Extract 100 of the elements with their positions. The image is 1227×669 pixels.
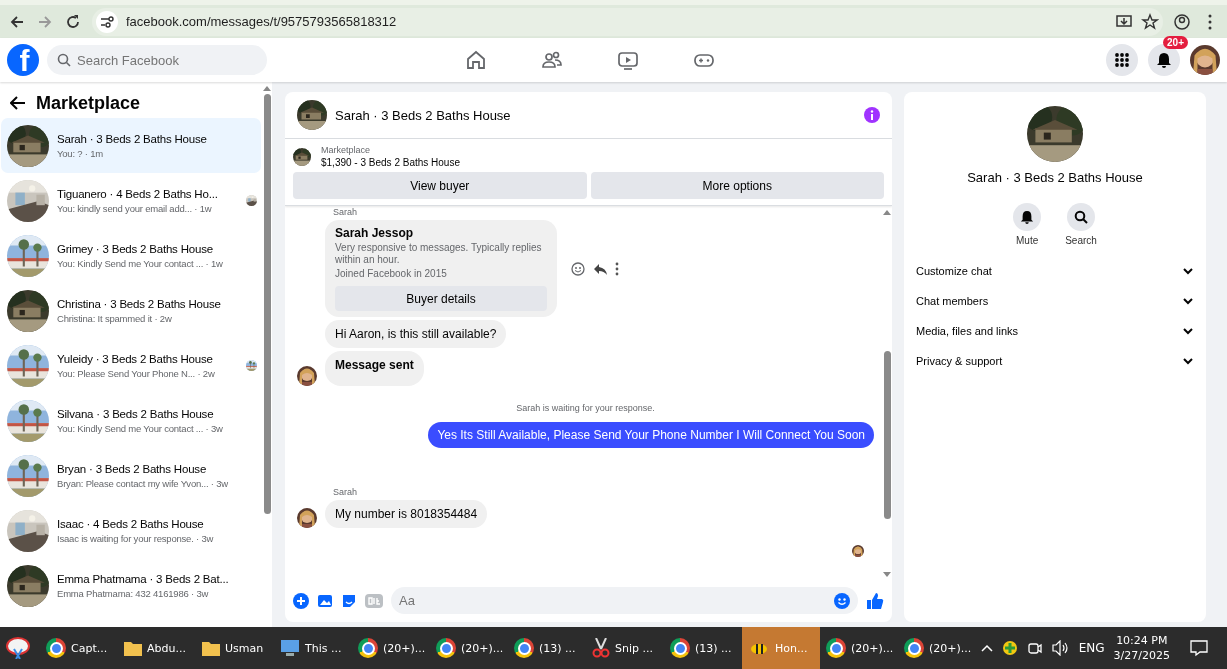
chevron-icon [1182,357,1194,365]
scroll-up-icon[interactable] [883,210,891,215]
message-bubble: Message sent [325,351,424,386]
star-icon[interactable] [1141,12,1159,31]
add-icon[interactable] [293,592,309,609]
conversation-preview: You: kindly send your email add... · 1w [57,202,212,214]
conversation-preview: Christina: It spammed it · 2w [57,312,172,324]
chrome-icon [904,638,924,658]
bee-icon [748,641,770,655]
conversation-item[interactable]: Bryan · 3 Beds 2 Baths House Bryan: Please contact my wife Yvon... · 3w [1,448,261,503]
conversation-preview: You: ? · 1m [57,147,104,159]
reload-icon[interactable] [64,12,82,31]
camera-icon[interactable] [1026,640,1043,656]
taskbar-item[interactable]: (13) ... [664,627,742,669]
chrome-icon [826,638,846,658]
conversation-item[interactable]: Yuleidy · 3 Beds 2 Baths House You: Please Send Your Phone N... · 2w [1,338,261,393]
scroll-down-icon[interactable] [883,572,891,577]
conversation-title: Tiguanero · 4 Beds 2 Baths Ho... [57,187,218,200]
people-icon[interactable] [541,49,563,71]
taskbar-item[interactable]: (20+)... [352,627,430,669]
action-button[interactable]: More options [590,172,884,199]
caret-icon[interactable] [980,644,993,652]
grid-icon [1114,52,1130,68]
message-bubble: Yes Its Still Available, Please Send Your Phone Number I Will Connect You Soon [428,422,874,448]
scissors-icon [592,638,610,658]
taskbar-item[interactable]: This ... [274,627,352,669]
search-field[interactable]: Search Facebook [47,45,267,75]
clock[interactable]: 10:24 PM 3/27/2025 [1113,633,1170,663]
conversation-item[interactable]: Isaac · 4 Beds 2 Baths House Isaac is waiting for your response. · 3w [1,503,261,558]
language-indicator[interactable]: ENG [1078,641,1105,655]
facebook-logo[interactable]: f [7,44,39,76]
taskbar-item[interactable]: (20+)... [820,627,898,669]
section-header[interactable]: Customize chat [904,256,1206,286]
taskbar-item[interactable]: Capt... [40,627,118,669]
conversation-item[interactable]: Christina · 3 Beds 2 Baths House Christina: It spammed it · 2w [1,283,261,338]
notifications-button[interactable] [1148,44,1180,76]
notification-badge: 20+ [1163,36,1188,49]
section-header[interactable]: Privacy & support [904,346,1206,376]
address-bar[interactable]: facebook.com/messages/t/9575793565818312 [126,14,397,29]
bell-icon [1020,210,1035,224]
conversation-title: Sarah · 3 Beds 2 Baths House [57,132,207,145]
conversation-title: Emma Phatmama · 3 Beds 2 Bat... [57,572,229,585]
folder-icon [124,640,142,656]
computer-icon [280,639,300,657]
action-button[interactable]: View buyer [293,172,587,199]
listing-title: $1,390 - 3 Beds 2 Baths House [321,157,460,168]
conversation-item[interactable]: Emma Phatmama · 3 Beds 2 Bat... Emma Phatmama: 432 4161986 · 3w [1,558,261,613]
taskbar-item[interactable]: Abdu... [118,627,196,669]
shield-icon[interactable] [1001,640,1018,656]
taskbar-item[interactable]: Usman [196,627,274,669]
sender-name: Sarah [333,207,359,217]
back-icon[interactable] [10,96,26,110]
account-icon[interactable] [1173,12,1191,31]
conversation-item[interactable]: Sarah · 3 Beds 2 Baths House You: ? · 1m [1,118,261,173]
snipping-icon [6,637,30,659]
conversation-title: Grimey · 3 Beds 2 Baths House [57,242,213,255]
emoji-icon[interactable] [834,592,850,609]
conversation-title: Christina · 3 Beds 2 Baths House [57,297,221,310]
conversation-preview: You: Kindly Send me Your contact ... · 1w [57,257,223,269]
menu-button[interactable] [1106,44,1138,76]
section-header[interactable]: Chat members [904,286,1206,316]
message-input[interactable]: Aa [391,587,858,614]
more-icon[interactable] [615,261,619,276]
status-notice: Sarah is waiting for your response. [515,403,656,413]
thumbs-up-icon[interactable] [866,591,884,610]
conversation-preview: You: Kindly Send me Your contact ... · 3w [57,422,223,434]
chrome-icon [670,638,690,658]
chevron-icon [1182,267,1194,275]
conversation-preview: Isaac is waiting for your response. · 3w [57,532,214,544]
conversation-item[interactable]: Grimey · 3 Beds 2 Baths House You: Kindly Send me Your contact ... · 1w [1,228,261,283]
conversation-preview: Bryan: Please contact my wife Yvon... · 3w [57,477,228,489]
chrome-icon [514,638,534,658]
section-header[interactable]: Media, files and links [904,316,1206,346]
chrome-icon [436,638,456,658]
speaker-icon[interactable] [1051,640,1070,656]
chevron-icon [1182,297,1194,305]
message-bubble: My number is 8018354484 [325,500,488,528]
conversation-item[interactable]: Tiguanero · 4 Beds 2 Baths Ho... You: kindly send your email add... · 1w [1,173,261,228]
info-icon[interactable] [864,107,880,123]
chevron-icon [1182,327,1194,335]
emoji-icon[interactable] [571,261,585,276]
home-icon[interactable] [465,49,487,71]
image-icon[interactable] [317,592,333,609]
scroll-up-icon[interactable] [263,86,271,91]
sticker-icon[interactable] [341,592,357,609]
taskbar-item[interactable]: (20+)... [430,627,508,669]
taskbar-item[interactable]: (13) ... [508,627,586,669]
sender-name: Sarah [333,487,359,497]
conversation-title: Isaac · 4 Beds 2 Baths House [57,517,204,530]
taskbar-item[interactable]: (20+)... [898,627,976,669]
chrome-icon [46,638,66,658]
buyer-details-button[interactable]: Buyer details [335,286,547,311]
video-icon[interactable] [617,49,639,71]
conversation-name: Sarah · 3 Beds 2 Baths House [967,170,1143,185]
taskbar-item[interactable]: Snip ... [586,627,664,669]
conversation-title: Bryan · 3 Beds 2 Baths House [57,462,207,475]
folder-icon [202,640,220,656]
conversation-item[interactable]: Silvana · 3 Beds 2 Baths House You: Kindly Send me Your contact ... · 3w [1,393,261,448]
site-settings-icon[interactable] [100,15,114,28]
joined-date: Joined Facebook in 2015 [335,268,448,280]
